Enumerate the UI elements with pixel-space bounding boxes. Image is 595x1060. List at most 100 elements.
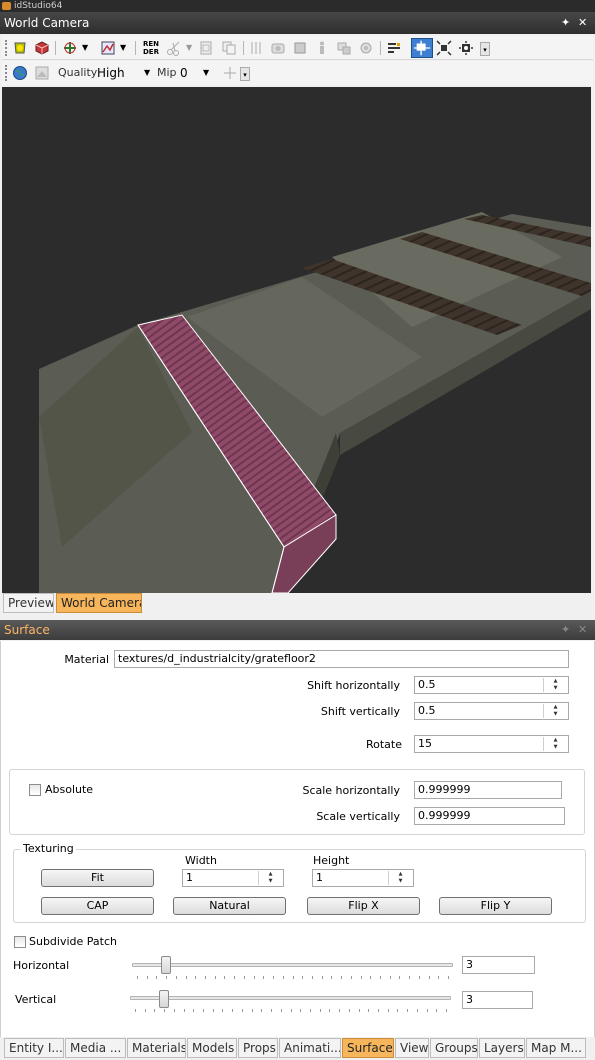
slider-tick bbox=[232, 1009, 233, 1012]
tab-media-browser[interactable]: Media ... bbox=[65, 1038, 126, 1058]
vertical-input[interactable]: 3 bbox=[462, 991, 533, 1009]
tab-animation[interactable]: Animati... bbox=[279, 1038, 341, 1058]
tab-surface[interactable]: Surface bbox=[342, 1038, 394, 1058]
tab-view[interactable]: View bbox=[395, 1038, 429, 1058]
toolbar-overflow-button[interactable]: ▾ bbox=[480, 42, 490, 56]
tab-entity-inspector[interactable]: Entity I... bbox=[4, 1038, 64, 1058]
shift-vertically-label: Shift vertically bbox=[320, 705, 400, 718]
camera-toolbar-2: Quality High ▼ Mip 0 ▼ ▾ bbox=[2, 61, 593, 85]
rotate-field[interactable]: 15 ▲ ▼ bbox=[414, 735, 569, 753]
width-value: 1 bbox=[186, 871, 193, 884]
quality-select[interactable]: High bbox=[97, 65, 125, 81]
height-field[interactable]: 1 ▲ ▼ bbox=[312, 869, 414, 887]
texture-icon[interactable] bbox=[34, 65, 50, 81]
app-icon bbox=[2, 2, 11, 10]
slider-tick bbox=[359, 1009, 360, 1012]
tab-models[interactable]: Models bbox=[187, 1038, 237, 1058]
mesh-icon[interactable] bbox=[336, 40, 352, 56]
tab-materials[interactable]: Materials bbox=[127, 1038, 186, 1058]
spinner[interactable]: ▲ ▼ bbox=[388, 871, 412, 885]
collapse-icon[interactable] bbox=[458, 40, 474, 56]
world-camera-viewport[interactable] bbox=[2, 87, 591, 593]
slider-tick bbox=[310, 1009, 311, 1012]
tab-world-camera[interactable]: World Camera bbox=[56, 593, 142, 613]
expand-icon[interactable] bbox=[436, 40, 452, 56]
fit-button[interactable]: Fit bbox=[41, 869, 154, 887]
scissors-icon[interactable] bbox=[166, 40, 182, 56]
light-icon[interactable] bbox=[358, 40, 374, 56]
pin-icon[interactable]: ✦ bbox=[561, 12, 570, 34]
slider-tick bbox=[193, 1009, 194, 1012]
absolute-checkbox[interactable] bbox=[29, 784, 41, 796]
vertical-slider-track[interactable] bbox=[130, 996, 451, 1000]
spinner[interactable]: ▲ ▼ bbox=[543, 678, 567, 692]
grid-icon[interactable] bbox=[248, 40, 264, 56]
flip-y-button[interactable]: Flip Y bbox=[439, 897, 552, 915]
bottom-tabstrip: Entity I... Media ... Materials Models P… bbox=[0, 1038, 595, 1060]
horizontal-input[interactable]: 3 bbox=[462, 956, 535, 974]
app-title-bar: idStudio64 bbox=[0, 0, 595, 12]
tab-preview[interactable]: Preview bbox=[3, 593, 54, 613]
slider-tick bbox=[331, 976, 332, 979]
vertical-slider-thumb[interactable] bbox=[159, 990, 169, 1008]
shift-horizontally-field[interactable]: 0.5 ▲ ▼ bbox=[414, 676, 569, 694]
tab-groups[interactable]: Groups bbox=[430, 1038, 478, 1058]
chevron-down-icon[interactable]: ▼ bbox=[82, 40, 88, 56]
render-icon[interactable]: REN DER bbox=[142, 40, 160, 56]
flip-x-button[interactable]: Flip X bbox=[307, 897, 420, 915]
tab-layers[interactable]: Layers bbox=[479, 1038, 525, 1058]
spinner[interactable]: ▲ ▼ bbox=[543, 704, 567, 718]
quality-label: Quality bbox=[58, 66, 98, 79]
chevron-down-icon[interactable]: ▼ bbox=[144, 65, 150, 81]
close-icon[interactable]: ✕ bbox=[578, 12, 587, 34]
tab-props[interactable]: Props bbox=[238, 1038, 278, 1058]
slider-tick bbox=[166, 976, 167, 979]
tab-map-manager[interactable]: Map M... bbox=[526, 1038, 586, 1058]
view-mode-icon[interactable] bbox=[100, 40, 116, 56]
width-field[interactable]: 1 ▲ ▼ bbox=[182, 869, 284, 887]
natural-button[interactable]: Natural bbox=[173, 897, 286, 915]
chevron-down-icon[interactable]: ▼ bbox=[186, 40, 192, 56]
slider-tick bbox=[283, 976, 284, 979]
slider-tick bbox=[339, 1009, 340, 1012]
horizontal-slider-thumb[interactable] bbox=[161, 956, 171, 974]
scale-horizontally-label: Scale horizontally bbox=[302, 784, 400, 797]
cap-button[interactable]: CAP bbox=[41, 897, 154, 915]
filter-icon[interactable] bbox=[386, 40, 402, 56]
slider-tick bbox=[156, 976, 157, 979]
chevron-down-icon[interactable]: ▼ bbox=[203, 65, 209, 81]
scale-horizontally-input[interactable]: 0.999999 bbox=[414, 781, 562, 799]
slider-tick bbox=[302, 976, 303, 979]
copy-icon[interactable] bbox=[221, 40, 237, 56]
surface-panel-header: Surface ✦ ✕ bbox=[0, 620, 595, 640]
material-input[interactable]: textures/d_industrialcity/gratefloor2 bbox=[114, 650, 569, 668]
close-icon[interactable]: ✕ bbox=[578, 620, 587, 640]
fit-view-icon[interactable] bbox=[411, 38, 433, 58]
horizontal-slider-track[interactable] bbox=[132, 963, 453, 967]
toolbar-grip[interactable] bbox=[5, 40, 8, 56]
subdivide-patch-checkbox[interactable] bbox=[14, 936, 26, 948]
pin-icon[interactable]: ✦ bbox=[561, 620, 570, 640]
spinner[interactable]: ▲ ▼ bbox=[543, 737, 567, 751]
brush-icon[interactable] bbox=[34, 40, 50, 56]
slider-tick bbox=[213, 1009, 214, 1012]
crosshair-icon[interactable] bbox=[222, 65, 238, 81]
spinner[interactable]: ▲ ▼ bbox=[258, 871, 282, 885]
toolbar-overflow-button[interactable]: ▾ bbox=[240, 67, 250, 81]
transform-gizmo-icon[interactable] bbox=[62, 40, 78, 56]
mip-select[interactable]: 0 bbox=[180, 65, 188, 81]
box-icon[interactable] bbox=[292, 40, 308, 56]
slider-tick bbox=[448, 976, 449, 979]
scale-vertically-input[interactable]: 0.999999 bbox=[414, 807, 565, 825]
texturing-group-title: Texturing bbox=[21, 842, 76, 855]
selection-mode-icon[interactable] bbox=[12, 40, 28, 56]
toolbar-grip[interactable] bbox=[5, 65, 8, 81]
figure-icon[interactable] bbox=[314, 40, 330, 56]
slider-tick bbox=[341, 976, 342, 979]
slider-tick bbox=[368, 1009, 369, 1012]
chevron-down-icon[interactable]: ▼ bbox=[120, 40, 126, 56]
shift-vertically-field[interactable]: 0.5 ▲ ▼ bbox=[414, 702, 569, 720]
globe-icon[interactable] bbox=[12, 65, 28, 81]
camera-icon[interactable] bbox=[270, 40, 286, 56]
paste-icon[interactable] bbox=[198, 40, 214, 56]
